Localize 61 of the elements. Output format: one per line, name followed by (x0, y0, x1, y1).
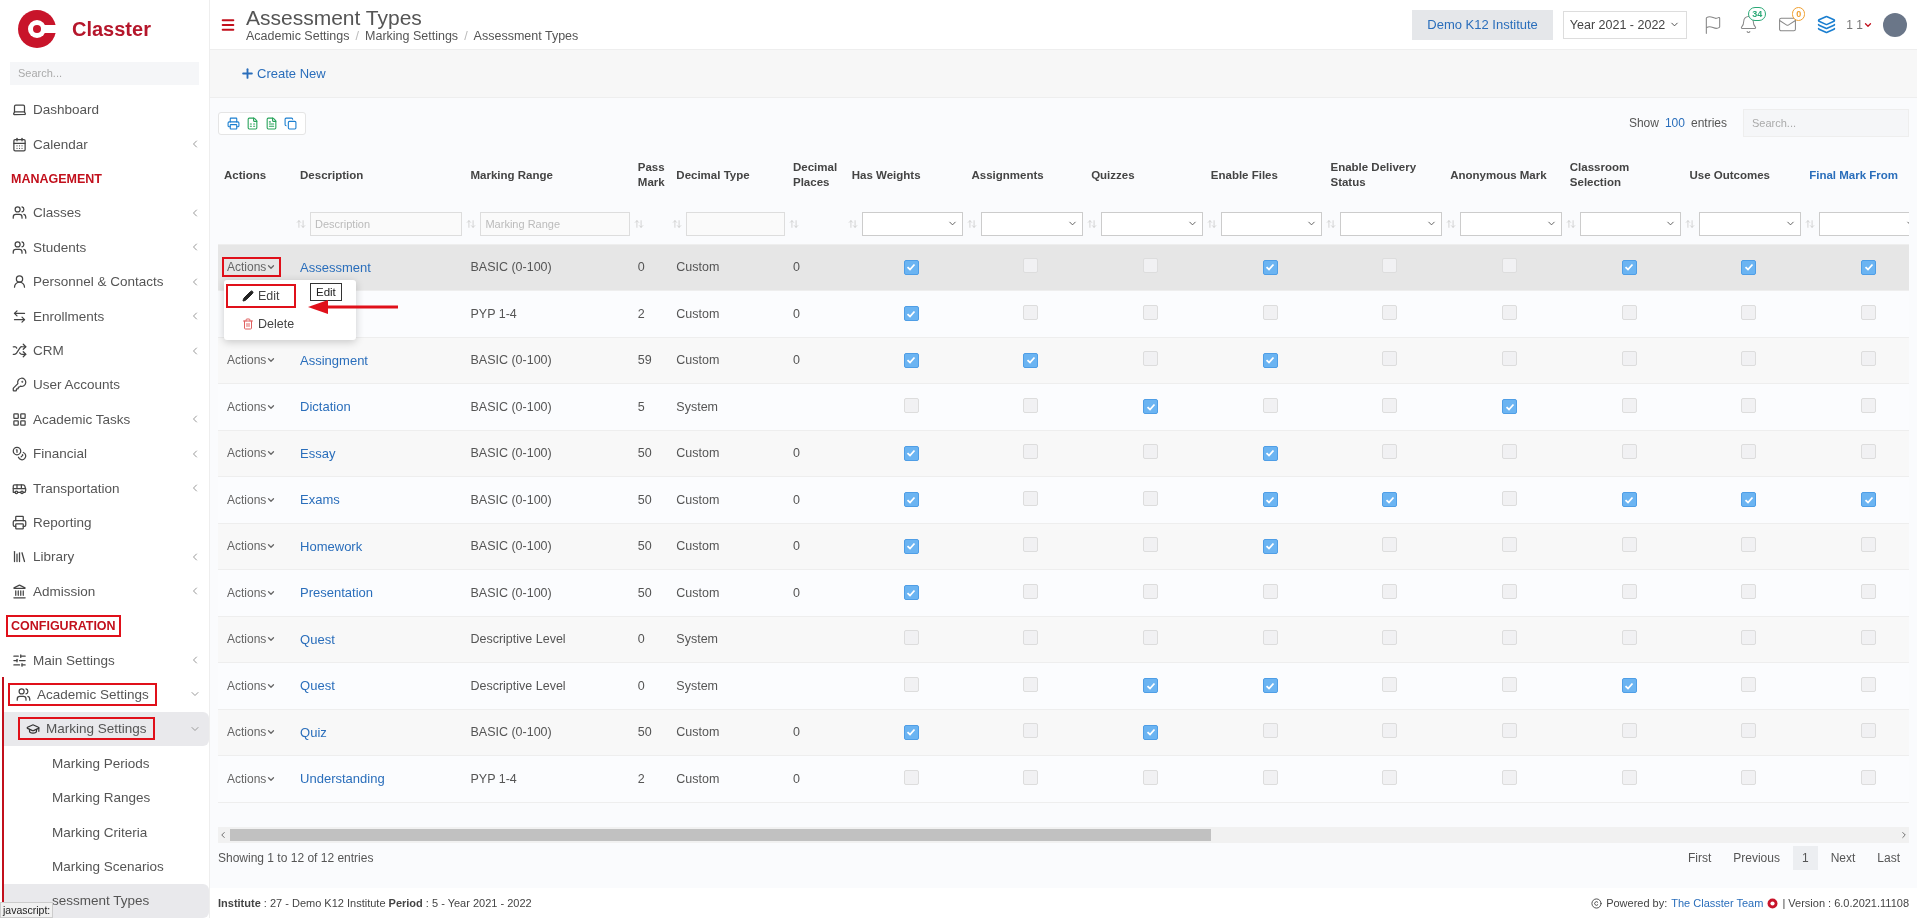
table-cell: BASIC (0-100) (470, 446, 552, 461)
table-cell: 0 (792, 492, 800, 507)
table-cell: Custom (676, 725, 720, 740)
show-label: Show (1628, 116, 1659, 130)
table-cell: 50 (637, 446, 652, 461)
table-cell: Custom (676, 353, 720, 368)
table-cell: 5 (637, 399, 645, 414)
tooltip: Edit (310, 283, 342, 301)
status-tooltip: javascript: (0, 902, 54, 918)
table-cell: BASIC (0-100) (470, 492, 552, 507)
table-cell: 59 (637, 353, 652, 368)
table-cell: System (676, 399, 718, 414)
table-cell: 0 (792, 306, 800, 321)
table-cell: BASIC (0-100) (470, 260, 552, 275)
powered-by-label: Powered by: (1606, 897, 1668, 909)
table-cell: 2 (637, 771, 645, 786)
page-title: Assessment Types (246, 6, 423, 29)
table-cell: PYP 1-4 (470, 771, 517, 786)
table-cell: PYP 1-4 (470, 306, 517, 321)
message-count: 0 (1792, 7, 1806, 21)
table-cell: 0 (637, 632, 645, 647)
brand-name: Classter (72, 17, 151, 41)
version-text: | Version : 6.0.2021.11108 (1782, 897, 1909, 909)
table-cell: 50 (637, 725, 652, 740)
table-cell: 0 (792, 446, 800, 461)
table-cell: BASIC (0-100) (470, 725, 552, 740)
table-cell: Custom (676, 771, 720, 786)
table-cell: BASIC (0-100) (470, 399, 552, 414)
table-cell: Custom (676, 492, 720, 507)
table-cell: 0 (637, 678, 645, 693)
section-heading: MANAGEMENT (10, 170, 103, 188)
table-cell: 50 (637, 539, 652, 554)
table-cell: Custom (676, 585, 720, 600)
table-cell: BASIC (0-100) (470, 353, 552, 368)
table-cell: 0 (792, 771, 800, 786)
table-cell: 50 (637, 585, 652, 600)
table-cell: System (676, 632, 718, 647)
table-cell: 0 (792, 725, 800, 740)
table-cell: Custom (676, 260, 720, 275)
entries-summary: Showing 1 to 12 of 12 entries (218, 850, 374, 865)
table-cell: Custom (676, 539, 720, 554)
entries-label: entries (1690, 116, 1727, 130)
table-cell: Custom (676, 446, 720, 461)
table-cell: BASIC (0-100) (470, 585, 552, 600)
section-heading: CONFIGURATION (8, 616, 119, 635)
table-cell: Descriptive Level (470, 678, 566, 693)
institute-info: Institute : 27 - Demo K12 Institute Period : 5 - Year 2021 - 2022 (218, 897, 533, 909)
table-cell: 50 (637, 492, 652, 507)
table-cell: System (676, 678, 718, 693)
table-cell: BASIC (0-100) (470, 539, 552, 554)
table-cell: 0 (792, 539, 800, 554)
table-cell: 0 (792, 353, 800, 368)
table-cell: 0 (792, 260, 800, 275)
table-cell: 2 (637, 306, 645, 321)
breadcrumb-separator: / (464, 28, 468, 43)
notification-count: 34 (1748, 7, 1767, 21)
table-cell: Custom (676, 306, 720, 321)
breadcrumb-separator: / (355, 28, 359, 43)
table-cell: Descriptive Level (470, 632, 566, 647)
table-cell: 0 (792, 585, 800, 600)
table-cell: 0 (637, 260, 645, 275)
